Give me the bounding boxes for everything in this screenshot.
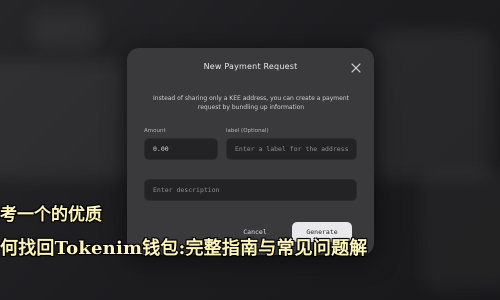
overlay-caption-line-1: 考一个的优质 — [0, 205, 102, 225]
overlay-caption-line-2: 何找回Tokenim钱包:完整指南与常见问题解 — [0, 238, 368, 259]
amount-input[interactable] — [144, 138, 218, 160]
amount-label: Amount — [144, 128, 166, 134]
background-window-shape — [30, 10, 100, 50]
label-field-label: label (Optional) — [226, 128, 269, 134]
label-input[interactable] — [226, 138, 357, 160]
dialog-title: New Payment Request — [203, 62, 298, 71]
payment-request-dialog: New Payment Request Instead of sharing o… — [127, 48, 374, 255]
background-window-shape — [372, 30, 492, 180]
screen-background: New Payment Request Instead of sharing o… — [0, 0, 500, 300]
background-window-shape — [0, 60, 130, 180]
background-window-shape — [420, 170, 500, 290]
close-icon[interactable] — [351, 63, 361, 73]
dialog-description: Instead of sharing only a KEE address, y… — [153, 95, 349, 111]
description-input[interactable] — [144, 179, 357, 201]
